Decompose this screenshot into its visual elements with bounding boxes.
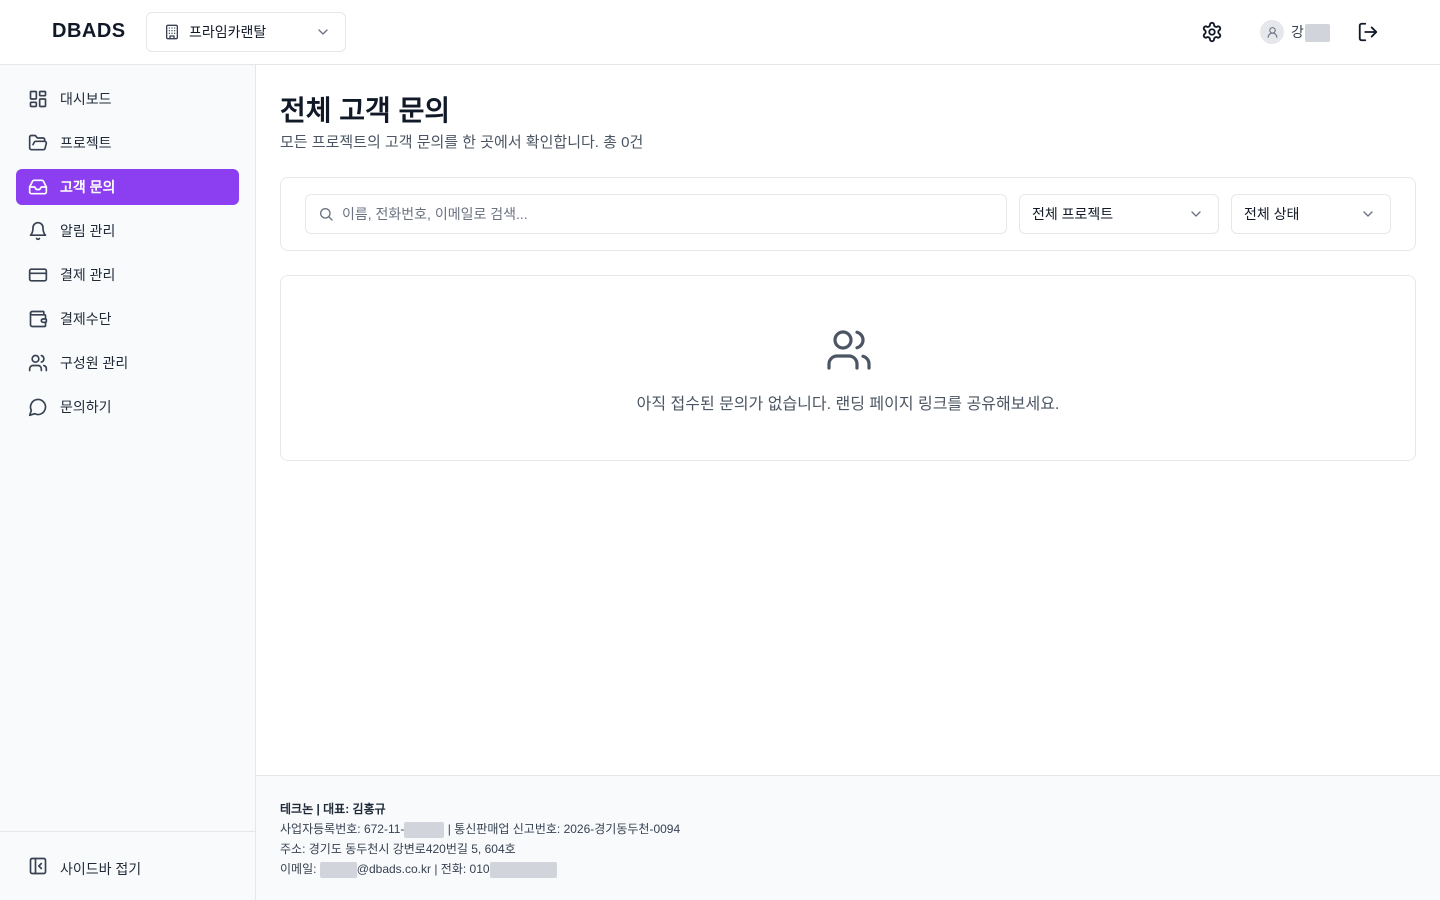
sidebar-footer: 사이드바 접기 bbox=[0, 831, 255, 900]
search-input[interactable] bbox=[342, 206, 982, 222]
organization-selector[interactable]: 프라임카랜탈 bbox=[146, 12, 346, 52]
message-circle-icon bbox=[28, 397, 48, 417]
sidebar-item-notifications[interactable]: 알림 관리 bbox=[16, 213, 239, 249]
inbox-icon bbox=[28, 177, 48, 197]
collapse-sidebar-button[interactable]: 사이드바 접기 bbox=[28, 856, 141, 881]
status-filter-select[interactable]: 전체 상태 bbox=[1231, 194, 1391, 234]
empty-state-message: 아직 접수된 문의가 없습니다. 랜딩 페이지 링크를 공유해보세요. bbox=[636, 396, 1060, 413]
collapse-sidebar-label: 사이드바 접기 bbox=[60, 860, 142, 877]
sidebar-item-label: 결제수단 bbox=[60, 311, 112, 327]
building-icon bbox=[163, 23, 181, 41]
page-title: 전체 고객 문의 bbox=[280, 95, 451, 126]
project-filter-value: 전체 프로젝트 bbox=[1032, 206, 1114, 222]
sidebar-item-label: 구성원 관리 bbox=[60, 355, 129, 371]
sidebar-item-label: 문의하기 bbox=[60, 399, 112, 415]
credit-card-icon bbox=[28, 265, 48, 285]
logout-button[interactable] bbox=[1356, 20, 1380, 44]
chevron-down-icon bbox=[315, 24, 331, 40]
wallet-icon bbox=[28, 309, 48, 329]
sidebar-item-label: 알림 관리 bbox=[60, 223, 116, 239]
empty-state-card: 아직 접수된 문의가 없습니다. 랜딩 페이지 링크를 공유해보세요. bbox=[280, 275, 1416, 461]
main-content: 전체 고객 문의 모든 프로젝트의 고객 문의를 한 곳에서 확인합니다. 총 … bbox=[256, 65, 1440, 775]
footer-company: 테크논 | 대표: 김홍규 bbox=[280, 802, 386, 816]
footer-business-info: 사업자등록번호: 672-11- | 통신판매업 신고번호: 2026-경기동두… bbox=[280, 821, 681, 838]
settings-button[interactable] bbox=[1200, 20, 1224, 44]
page-subtitle: 모든 프로젝트의 고객 문의를 한 곳에서 확인합니다. 총 0건 bbox=[280, 134, 644, 151]
page-footer: 테크논 | 대표: 김홍규 사업자등록번호: 672-11- | 통신판매업 신… bbox=[256, 775, 1440, 900]
user-icon bbox=[1267, 26, 1277, 38]
sidebar-item-billing[interactable]: 결제 관리 bbox=[16, 257, 239, 293]
dashboard-grid-icon bbox=[28, 89, 48, 109]
search-icon bbox=[318, 206, 334, 222]
sidebar-item-dashboard[interactable]: 대시보드 bbox=[16, 81, 239, 117]
user-name: 강 bbox=[1291, 22, 1330, 43]
filter-bar: 전체 프로젝트 전체 상태 bbox=[280, 177, 1416, 251]
bell-icon bbox=[28, 221, 48, 241]
sidebar-item-members[interactable]: 구성원 관리 bbox=[16, 345, 239, 381]
redacted-block bbox=[1304, 24, 1330, 43]
sidebar: 대시보드 프로젝트 고객 문의 알림 관리 결제 관리 결제수단 구성원 관리 … bbox=[0, 65, 256, 900]
logout-icon bbox=[1358, 22, 1378, 42]
sidebar-item-label: 프로젝트 bbox=[60, 135, 112, 151]
footer-contact: 이메일: @dbads.co.kr | 전화: 010 bbox=[280, 860, 557, 878]
sidebar-item-projects[interactable]: 프로젝트 bbox=[16, 125, 239, 161]
redacted-block bbox=[404, 821, 445, 838]
organization-name: 프라임카랜탈 bbox=[189, 24, 267, 40]
avatar bbox=[1260, 20, 1284, 44]
redacted-block bbox=[319, 861, 357, 878]
user-menu[interactable]: 강 bbox=[1260, 20, 1330, 44]
search-box[interactable] bbox=[305, 194, 1007, 234]
status-filter-value: 전체 상태 bbox=[1244, 206, 1300, 222]
sidebar-item-label: 대시보드 bbox=[60, 91, 112, 107]
app-logo[interactable]: DBADS bbox=[52, 20, 126, 43]
sidebar-item-label: 고객 문의 bbox=[60, 179, 116, 195]
sidebar-item-inquiries[interactable]: 고객 문의 bbox=[16, 169, 239, 205]
panel-collapse-icon bbox=[28, 856, 48, 881]
project-filter-select[interactable]: 전체 프로젝트 bbox=[1019, 194, 1219, 234]
users-icon bbox=[28, 353, 48, 373]
sidebar-item-label: 결제 관리 bbox=[60, 267, 116, 283]
gear-icon bbox=[1202, 21, 1222, 43]
folder-open-icon bbox=[28, 133, 48, 153]
sidebar-item-contact[interactable]: 문의하기 bbox=[16, 389, 239, 425]
sidebar-item-payment-methods[interactable]: 결제수단 bbox=[16, 301, 239, 337]
users-icon bbox=[825, 326, 873, 374]
chevron-down-icon bbox=[1360, 206, 1376, 222]
redacted-block bbox=[489, 861, 557, 878]
footer-address: 주소: 경기도 동두천시 강변로420번길 5, 604호 bbox=[280, 842, 516, 856]
top-header: DBADS 프라임카랜탈 강 bbox=[0, 0, 1440, 65]
chevron-down-icon bbox=[1188, 206, 1204, 222]
